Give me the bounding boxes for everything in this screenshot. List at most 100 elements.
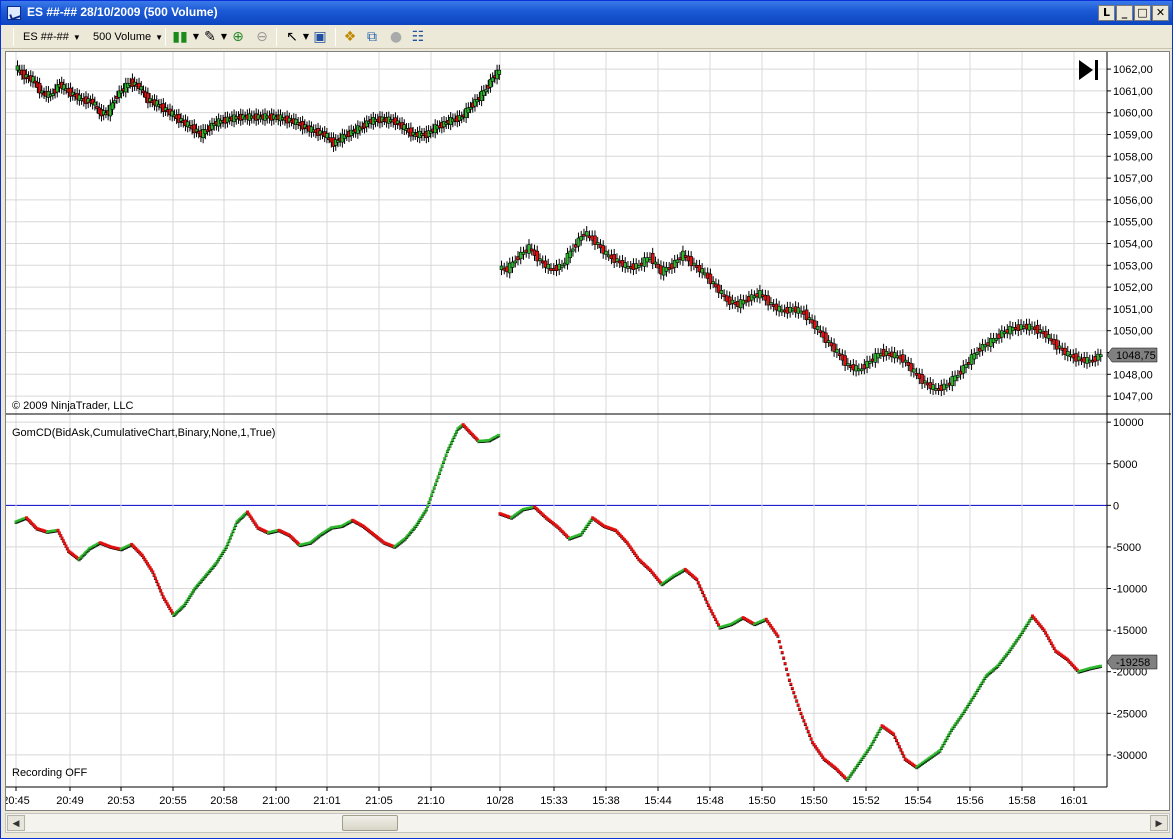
- time-tick-label: 15:50: [800, 795, 828, 807]
- indicator-point: [228, 536, 232, 540]
- zoom-in-icon[interactable]: ⊕: [229, 28, 247, 46]
- indicator-point: [790, 686, 794, 690]
- indicator-point: [436, 475, 440, 479]
- candle-body: [769, 302, 773, 305]
- indicator-point: [226, 542, 230, 546]
- restore-icon[interactable]: L: [1098, 5, 1115, 21]
- indicator-point: [497, 433, 501, 437]
- indicator-point: [793, 695, 797, 699]
- indicator-point: [799, 711, 803, 715]
- indicator-point: [157, 585, 161, 589]
- indicator-tick-label: 5000: [1113, 459, 1137, 471]
- minimize-button[interactable]: _: [1116, 5, 1133, 21]
- price-candles: [15, 60, 1103, 397]
- data-box-icon[interactable]: ☷: [409, 28, 427, 46]
- candle-body: [475, 99, 479, 103]
- indicator-tick-label: -25000: [1113, 708, 1147, 720]
- time-axis: 20:45 20:49 20:53 20:55 20:58 21:00 21:01 21:05…: [2, 787, 1088, 807]
- time-tick-label: 15:33: [540, 795, 568, 807]
- circle-icon[interactable]: ●: [387, 28, 405, 46]
- candle-body: [490, 77, 495, 82]
- indicator-point: [776, 634, 780, 638]
- properties-icon[interactable]: ▣: [311, 28, 329, 46]
- indicator-point: [897, 745, 901, 749]
- indicator-point: [798, 707, 802, 711]
- indicator-point: [232, 526, 236, 530]
- close-button[interactable]: ✕: [1152, 5, 1169, 21]
- candle-body: [964, 364, 968, 369]
- indicator-point: [789, 682, 793, 686]
- time-tick-label: 20:49: [56, 795, 84, 807]
- indicator-icon[interactable]: ⧉: [363, 28, 381, 46]
- indicator-tick-label: 10000: [1113, 417, 1144, 429]
- indicator-point: [803, 722, 807, 726]
- indicator-point: [151, 570, 155, 574]
- candle-body: [846, 363, 850, 366]
- candle-body: [1046, 334, 1051, 339]
- time-tick-label: 15:56: [956, 795, 984, 807]
- indicator-point: [706, 603, 710, 607]
- time-tick-label: 21:00: [262, 795, 290, 807]
- horizontal-scrollbar[interactable]: ◀ ▶: [5, 813, 1170, 833]
- candle-body: [719, 290, 724, 294]
- indicator-point: [60, 536, 64, 540]
- price-tick-label: 1053,00: [1113, 260, 1153, 272]
- chart-canvas[interactable]: 1062,00 1061,00 1060,00 1059,00 1058,00 1057,…: [2, 52, 1171, 812]
- candle-body: [584, 231, 589, 237]
- indicator-point: [160, 592, 164, 596]
- indicator-point: [895, 738, 899, 742]
- indicator-tick-label: 0: [1113, 500, 1119, 512]
- indicator-point: [808, 733, 812, 737]
- time-tick-label: 20:45: [6, 795, 30, 807]
- candle-body: [579, 236, 584, 241]
- time-tick-label: 15:48: [696, 795, 724, 807]
- indicator-axis: 1000050000-5000-10000-15000-20000-25000-…: [1107, 417, 1147, 762]
- last-price-marker: 1048,75: [1106, 347, 1158, 363]
- price-tick-label: 1062,00: [1113, 64, 1153, 76]
- candle-body: [325, 133, 329, 139]
- candle-body: [815, 326, 820, 330]
- indicator-point: [786, 673, 790, 677]
- candle-body: [859, 368, 864, 372]
- candle-body: [468, 106, 473, 110]
- instrument-selector[interactable]: ES ##-## ▼: [23, 28, 81, 46]
- candle-body: [484, 89, 488, 93]
- app-icon: [7, 6, 21, 20]
- candle-body: [93, 101, 97, 106]
- scroll-right-icon[interactable]: ▶: [1150, 815, 1168, 831]
- scrollbar-thumb[interactable]: [342, 815, 398, 831]
- indicator-point: [709, 609, 713, 613]
- indicator-point: [1044, 631, 1048, 635]
- indicator-point: [777, 639, 781, 643]
- candle-body: [112, 100, 117, 104]
- indicator-point: [782, 656, 786, 660]
- indicator-point: [439, 467, 443, 471]
- candle-body: [110, 102, 115, 110]
- indicator-point: [1051, 644, 1055, 648]
- indicator-point: [780, 650, 784, 654]
- indicator-point: [715, 620, 719, 624]
- zoom-out-icon[interactable]: ⊖: [253, 28, 271, 46]
- indicator-point: [431, 489, 435, 493]
- indicator-point: [796, 703, 800, 707]
- price-tick-label: 1055,00: [1113, 217, 1153, 229]
- indicator-point: [800, 715, 804, 719]
- maximize-button[interactable]: □: [1134, 5, 1151, 21]
- indicator-point: [152, 573, 156, 577]
- indicator-point: [155, 579, 159, 583]
- chevron-down-icon: ▼: [72, 33, 81, 42]
- period-selector[interactable]: 500 Volume ▼: [93, 28, 163, 46]
- strategy-icon[interactable]: ❖: [341, 28, 359, 46]
- chart-area[interactable]: 1062,00 1061,00 1060,00 1059,00 1058,00 1057,…: [2, 51, 1171, 812]
- scroll-left-icon[interactable]: ◀: [7, 815, 25, 831]
- scroll-to-end-icon[interactable]: [1079, 60, 1098, 80]
- indicator-tick-label: -30000: [1113, 750, 1147, 762]
- candle-body: [711, 281, 715, 284]
- candle-body: [1098, 354, 1103, 357]
- indicator-point: [708, 606, 712, 610]
- indicator-point: [785, 667, 789, 671]
- title-bar[interactable]: ES ##-## 28/10/2009 (500 Volume) L _ □ ✕: [1, 1, 1172, 25]
- indicator-point: [795, 699, 799, 703]
- indicator-point: [159, 589, 163, 593]
- candle-body: [692, 262, 696, 266]
